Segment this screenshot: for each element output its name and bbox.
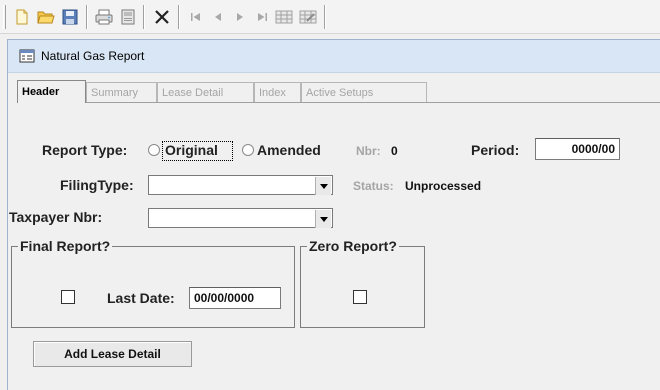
next-record-icon [237,13,243,21]
toolbar [0,0,660,34]
toolbar-separator [178,5,180,29]
preview-button[interactable] [116,5,140,29]
chevron-down-icon [319,216,328,222]
nbr-label: Nbr: [356,144,381,158]
original-radio[interactable] [148,144,160,156]
tab-panel-border [86,102,660,103]
first-record-icon [191,13,200,21]
final-report-title: Final Report? [18,238,113,254]
chevron-down-icon [319,183,328,189]
open-button[interactable] [34,5,58,29]
tab-index[interactable]: Index [254,82,301,102]
preview-icon [121,9,135,25]
taxpayer-nbr-label: Taxpayer Nbr: [9,209,103,225]
zero-report-group: Zero Report? [300,238,425,328]
last-date-input[interactable]: 00/00/0000 [189,287,281,309]
first-record-button[interactable] [184,5,208,29]
report-form-icon [19,49,35,63]
open-folder-icon [37,11,55,24]
status-label: Status: [353,179,394,193]
zero-report-checkbox[interactable] [353,290,367,304]
tab-active-setups[interactable]: Active Setups [301,82,427,102]
grid-button[interactable] [272,5,296,29]
window-titlebar[interactable]: Natural Gas Report [8,40,660,73]
amended-radio[interactable] [242,144,254,156]
amended-option-label[interactable]: Amended [257,142,321,158]
final-report-group: Final Report? Last Date: 00/00/0000 [11,238,295,328]
last-record-icon [258,13,267,21]
add-lease-detail-button[interactable]: Add Lease Detail [33,341,192,367]
original-option-label[interactable]: Original [165,142,218,158]
toolbar-separator [324,5,326,29]
window-title: Natural Gas Report [41,49,145,63]
status-value: Unprocessed [405,179,482,193]
nbr-value: 0 [391,144,398,158]
delete-icon [155,10,169,24]
toolbar-separator [143,5,145,29]
previous-record-button[interactable] [206,5,230,29]
tab-summary[interactable]: Summary [86,82,157,102]
taxpayer-nbr-select[interactable] [148,208,333,228]
toolbar-grip[interactable] [3,5,6,29]
tab-lease-detail[interactable]: Lease Detail [157,82,254,102]
save-icon [62,9,78,25]
period-input[interactable]: 0000/00 [535,138,620,160]
last-record-button[interactable] [250,5,274,29]
zero-report-title: Zero Report? [307,238,399,254]
report-type-label: Report Type: [42,142,128,158]
next-record-button[interactable] [228,5,252,29]
print-button[interactable] [92,5,116,29]
period-label: Period: [471,142,520,158]
toolbar-separator [86,5,88,29]
tab-header[interactable]: Header [17,80,86,103]
report-window: Natural Gas Report Header Summary Lease … [7,39,660,390]
save-button[interactable] [58,5,82,29]
new-icon [16,9,28,25]
filing-type-select[interactable] [148,175,333,195]
delete-button[interactable] [150,5,174,29]
filing-type-label: FilingType: [60,177,134,193]
filing-type-dropdown-button[interactable] [315,177,331,195]
grid-edit-icon [299,10,317,24]
previous-record-icon [215,13,221,21]
grid-edit-button[interactable] [296,5,320,29]
new-button[interactable] [10,5,34,29]
final-report-checkbox[interactable] [61,290,75,304]
print-icon [95,9,113,25]
grid-icon [275,10,293,24]
last-date-label: Last Date: [107,290,175,306]
taxpayer-nbr-dropdown-button[interactable] [315,210,331,228]
